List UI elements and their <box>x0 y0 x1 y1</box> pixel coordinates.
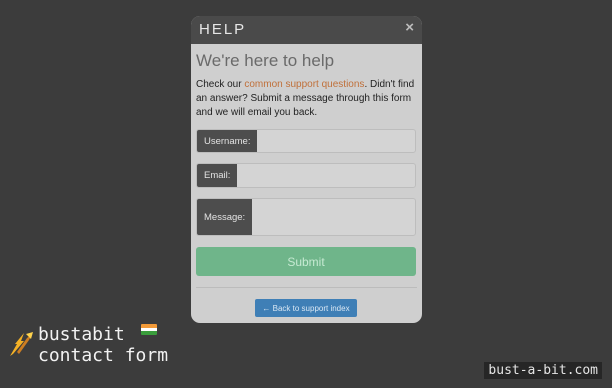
username-field: Username: <box>196 129 416 153</box>
help-modal: HELP × We're here to help Check our comm… <box>191 16 422 323</box>
modal-header: HELP × <box>191 16 422 44</box>
username-input[interactable] <box>257 130 415 152</box>
email-field: Email: <box>196 163 416 188</box>
username-label: Username: <box>197 130 258 152</box>
message-label: Message: <box>197 199 253 235</box>
intro-text-start: Check our <box>196 79 245 90</box>
back-to-support-button[interactable]: ← Back to support index <box>255 299 357 317</box>
intro-text: Check our common support questions. Didn… <box>196 78 417 120</box>
brand-subtitle: contact form <box>38 345 169 366</box>
email-input[interactable] <box>237 164 415 187</box>
submit-button[interactable]: Submit <box>196 247 416 276</box>
message-textarea[interactable] <box>252 199 415 235</box>
rocket-bolt-icon <box>10 332 33 356</box>
divider <box>196 287 417 288</box>
india-flag-icon <box>141 324 157 335</box>
modal-heading: We're here to help <box>196 51 335 70</box>
modal-title: HELP <box>199 21 247 38</box>
close-icon[interactable]: × <box>405 19 414 36</box>
modal-body: We're here to help Check our common supp… <box>191 44 422 120</box>
email-label: Email: <box>197 164 238 187</box>
support-questions-link[interactable]: common support questions <box>244 79 364 90</box>
brand-title: bustabit <box>38 324 125 345</box>
watermark: bust-a-bit.com <box>484 362 602 379</box>
message-field: Message: <box>196 198 416 236</box>
